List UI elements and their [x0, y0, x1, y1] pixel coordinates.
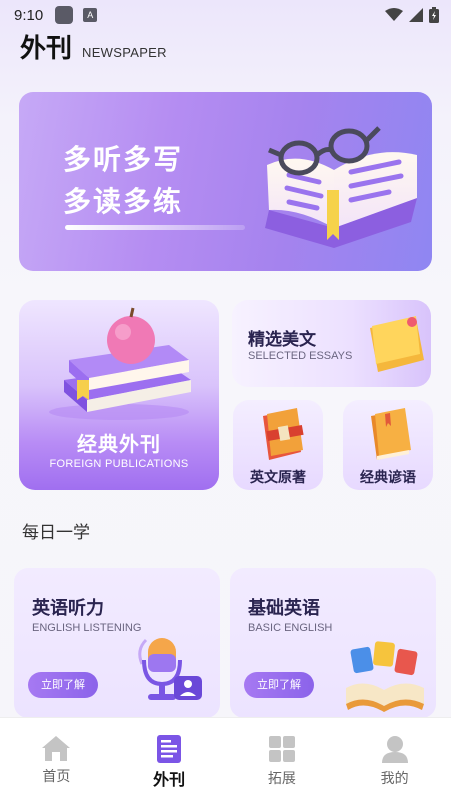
classic-proverbs-card[interactable]: 经典谚语 [343, 400, 433, 490]
basic-english-learn-button[interactable]: 立即了解 [244, 672, 314, 698]
battery-icon [429, 7, 439, 23]
signal-icon [409, 8, 423, 22]
foreign-publications-card[interactable]: 经典外刊 FOREIGN PUBLICATIONS [19, 300, 219, 490]
english-listening-card[interactable]: 英语听力 ENGLISH LISTENING 立即了解 [14, 568, 220, 718]
person-icon [381, 736, 408, 763]
banner-line-1: 多听多写 [63, 143, 184, 176]
english-listening-learn-button[interactable]: 立即了解 [28, 672, 98, 698]
tab-newspaper-label: 外刊 [153, 770, 186, 789]
english-originals-title: 英文原著 [250, 470, 306, 486]
tab-home[interactable]: 首页 [0, 718, 113, 801]
sticky-note-icon [370, 316, 424, 372]
abc-book-icon [346, 641, 424, 712]
tab-newspaper[interactable]: 外刊 [113, 718, 226, 801]
tab-extend[interactable]: 拓展 [226, 718, 339, 801]
notification-icon [55, 6, 74, 24]
english-listening-title: 英语听力 [32, 598, 104, 619]
promo-banner[interactable]: 多听多写 多读多练 [19, 92, 432, 271]
basic-english-title: 基础英语 [248, 598, 320, 619]
foreign-publications-title: 经典外刊 [77, 432, 161, 456]
english-originals-card[interactable]: 英文原著 [233, 400, 323, 490]
tab-home-label: 首页 [42, 769, 71, 785]
basic-english-subtitle: BASIC ENGLISH [248, 622, 333, 634]
classic-proverbs-title: 经典谚语 [360, 470, 416, 486]
home-icon [42, 736, 71, 761]
selected-essays-card[interactable]: 精选美文 SELECTED ESSAYS [232, 300, 431, 387]
tab-mine-label: 我的 [380, 771, 409, 787]
basic-english-card[interactable]: 基础英语 BASIC ENGLISH 立即了解 [230, 568, 436, 718]
tab-extend-label: 拓展 [267, 771, 296, 787]
english-listening-subtitle: ENGLISH LISTENING [32, 622, 142, 634]
red-book-icon [263, 408, 304, 460]
grid-icon [268, 736, 295, 762]
bottom-tab-bar: 首页 外刊 拓展 我的 [0, 717, 451, 801]
open-book-glasses-icon [265, 126, 417, 248]
status-time: 9:10 [14, 6, 44, 24]
selected-essays-title: 精选美文 [248, 330, 316, 350]
page-title: 外刊 [20, 34, 73, 64]
page-subtitle: NEWSPAPER [82, 45, 167, 60]
app-notification-icon: A [83, 8, 98, 22]
page-header: 外刊 NEWSPAPER [20, 28, 167, 65]
microphone-icon [138, 638, 202, 700]
wifi-icon [385, 8, 403, 21]
foreign-publications-subtitle: FOREIGN PUBLICATIONS [49, 458, 189, 470]
book-stack-apple-icon [49, 307, 191, 420]
daily-learning-heading: 每日一学 [22, 523, 90, 543]
banner-underline [65, 225, 245, 230]
tab-mine[interactable]: 我的 [338, 718, 451, 801]
status-bar: 9:10 A [0, 0, 451, 30]
banner-line-2: 多读多练 [63, 185, 184, 218]
newspaper-icon [157, 735, 182, 763]
orange-book-icon [371, 408, 411, 460]
selected-essays-subtitle: SELECTED ESSAYS [248, 350, 353, 362]
